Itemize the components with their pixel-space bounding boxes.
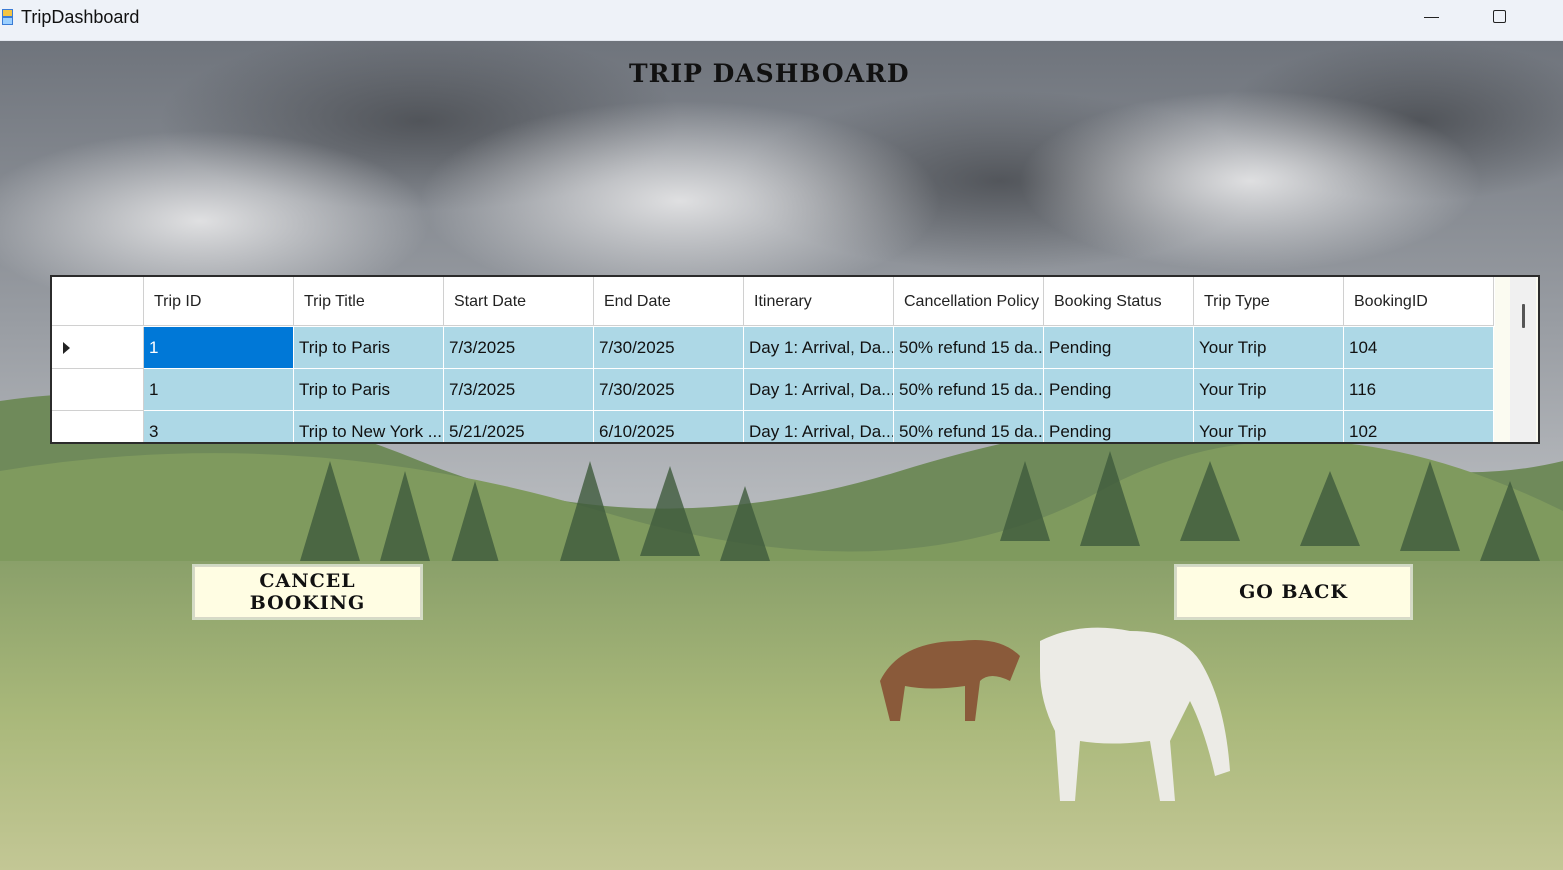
table-cell[interactable]: 7/3/2025: [444, 369, 594, 411]
table-cell[interactable]: 1: [144, 327, 294, 369]
table-cell[interactable]: Day 1: Arrival, Da...: [744, 327, 894, 369]
table-cell[interactable]: 50% refund 15 da...: [894, 327, 1044, 369]
go-back-button[interactable]: GO BACK: [1176, 566, 1411, 618]
table-cell[interactable]: 7/30/2025: [594, 327, 744, 369]
page-title: TRIP DASHBOARD: [629, 59, 910, 88]
table-cell[interactable]: 116: [1344, 369, 1494, 411]
vertical-scrollbar[interactable]: [1510, 277, 1536, 442]
column-header[interactable]: Booking Status: [1044, 277, 1194, 326]
maximize-button[interactable]: [1464, 0, 1534, 36]
scrollbar-thumb[interactable]: [1522, 304, 1525, 328]
table-cell[interactable]: 1: [144, 369, 294, 411]
current-row-arrow-icon: [63, 342, 70, 354]
table-cell[interactable]: Your Trip: [1194, 327, 1344, 369]
column-header[interactable]: Trip ID: [144, 277, 294, 326]
column-header[interactable]: Cancellation Policy: [894, 277, 1044, 326]
trips-data-grid[interactable]: Trip ID Trip Title Start Date End Date I…: [50, 275, 1540, 444]
table-cell[interactable]: 104: [1344, 327, 1494, 369]
table-row[interactable]: 3 Trip to New York ... 5/21/2025 6/10/20…: [52, 411, 1495, 442]
app-window-icon: [2, 9, 13, 25]
title-bar: TripDashboard: [0, 0, 1563, 41]
table-cell[interactable]: Your Trip: [1194, 411, 1344, 442]
table-cell[interactable]: 50% refund 15 da...: [894, 411, 1044, 442]
column-header[interactable]: End Date: [594, 277, 744, 326]
table-cell[interactable]: 3: [144, 411, 294, 442]
column-header[interactable]: BookingID: [1344, 277, 1494, 326]
column-header[interactable]: Start Date: [444, 277, 594, 326]
table-cell[interactable]: Pending: [1044, 369, 1194, 411]
column-header[interactable]: Trip Title: [294, 277, 444, 326]
table-cell[interactable]: 50% refund 15 da...: [894, 369, 1044, 411]
background-landscape-image: [0, 41, 1563, 870]
cancel-booking-button[interactable]: CANCEL BOOKING: [194, 566, 421, 618]
table-cell[interactable]: 5/21/2025: [444, 411, 594, 442]
row-header[interactable]: [52, 411, 144, 442]
row-header[interactable]: [52, 327, 144, 369]
table-cell[interactable]: 7/3/2025: [444, 327, 594, 369]
grid-header-row: Trip ID Trip Title Start Date End Date I…: [52, 277, 1495, 327]
table-cell[interactable]: Your Trip: [1194, 369, 1344, 411]
column-header[interactable]: Trip Type: [1194, 277, 1344, 326]
row-header[interactable]: [52, 369, 144, 411]
table-cell[interactable]: 102: [1344, 411, 1494, 442]
table-cell[interactable]: Trip to Paris: [294, 327, 444, 369]
column-header[interactable]: Itinerary: [744, 277, 894, 326]
table-cell[interactable]: Trip to New York ...: [294, 411, 444, 442]
table-row[interactable]: 1 Trip to Paris 7/3/2025 7/30/2025 Day 1…: [52, 327, 1495, 369]
table-cell[interactable]: 6/10/2025: [594, 411, 744, 442]
table-cell[interactable]: Day 1: Arrival, Da...: [744, 369, 894, 411]
table-cell[interactable]: 7/30/2025: [594, 369, 744, 411]
table-cell[interactable]: Day 1: Arrival, Da...: [744, 411, 894, 442]
minimize-button[interactable]: [1395, 0, 1465, 36]
window-title: TripDashboard: [21, 7, 140, 27]
table-cell[interactable]: Trip to Paris: [294, 369, 444, 411]
table-cell[interactable]: Pending: [1044, 411, 1194, 442]
table-cell[interactable]: Pending: [1044, 327, 1194, 369]
table-row[interactable]: 1 Trip to Paris 7/3/2025 7/30/2025 Day 1…: [52, 369, 1495, 411]
row-header-corner: [52, 277, 144, 326]
